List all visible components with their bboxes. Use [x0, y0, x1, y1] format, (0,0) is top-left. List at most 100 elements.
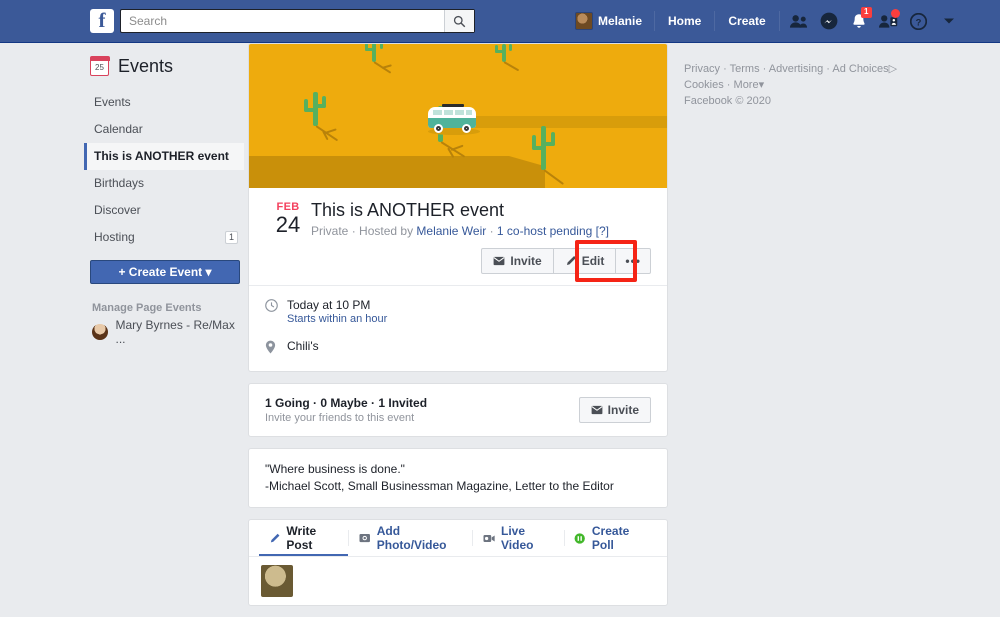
nav-home-link[interactable]: Home [659, 7, 710, 35]
footer-link-advertising[interactable]: Advertising [769, 63, 823, 75]
sidebar-item-label: Events [94, 95, 131, 109]
van-wheel [462, 124, 471, 133]
attendance-card: 1 Going · 0 Maybe · 1 Invited Invite you… [248, 383, 668, 437]
cactus-icon [301, 92, 339, 142]
main-column: FEB 24 This is ANOTHER event Private · H… [248, 43, 668, 617]
camper-van-illustration [426, 104, 480, 136]
tab-label: Live Video [501, 524, 534, 552]
search-placeholder: Search [129, 14, 168, 28]
avatar [261, 565, 293, 597]
more-options-button[interactable]: ••• [616, 248, 651, 274]
invite-button-label: Invite [510, 254, 542, 268]
poll-icon [575, 532, 586, 544]
svg-text:?: ? [916, 17, 922, 28]
page-title: Events [118, 55, 174, 76]
hosting-count-badge: 1 [224, 231, 238, 244]
nav-profile-link[interactable]: Melanie [567, 7, 650, 35]
event-details: Today at 10 PM Starts within an hour Chi… [249, 285, 667, 371]
clock-icon [265, 298, 287, 315]
invite-friends-button[interactable]: Invite [578, 397, 651, 423]
sidebar-item-events[interactable]: Events [84, 89, 244, 116]
sidebar-item-label: This is ANOTHER event [94, 149, 229, 163]
tab-live-video[interactable]: Live Video [473, 520, 564, 556]
attendance-summary: 1 Going · 0 Maybe · 1 Invited [265, 396, 428, 410]
attendance-sub: Invite your friends to this event [265, 412, 415, 424]
footer-link-ad-choices[interactable]: Ad Choices [832, 63, 888, 75]
event-action-buttons: Invite Edit ••• [249, 240, 667, 285]
tab-label: Write Post [286, 524, 317, 552]
friend-requests-icon[interactable] [784, 7, 814, 35]
description-line-1: "Where business is done." [265, 462, 405, 476]
description-line-2: -Michael Scott, Small Businessman Magazi… [265, 479, 614, 493]
calendar-icon-day: 25 [95, 62, 104, 72]
event-description-card: "Where business is done." -Michael Scott… [248, 448, 668, 508]
tab-create-poll[interactable]: Create Poll [564, 520, 657, 556]
facebook-logo[interactable]: f [90, 9, 114, 33]
tab-add-photo-video[interactable]: Add Photo/Video [349, 520, 472, 556]
sidebar-item-label: Calendar [94, 122, 143, 136]
footer-link-cookies[interactable]: Cookies [684, 79, 724, 91]
van-window [433, 110, 442, 115]
event-date-box: FEB 24 [265, 200, 311, 238]
pencil-icon [566, 256, 576, 266]
help-icon[interactable]: ? [904, 7, 934, 35]
tab-label: Add Photo/Video [376, 524, 447, 552]
edit-button-label: Edit [581, 254, 605, 268]
sidebar-item-label: Birthdays [94, 176, 145, 190]
event-location-row: Chili's [265, 339, 651, 357]
composer-body[interactable] [249, 556, 667, 605]
edit-button[interactable]: Edit [553, 248, 617, 274]
footer-link-terms[interactable]: Terms [730, 63, 760, 75]
footer-link-more[interactable]: More [734, 79, 759, 91]
page-list-item[interactable]: Mary Byrnes - Re/Max ... [84, 318, 244, 346]
van-window [444, 110, 453, 115]
cohost-pending-link[interactable]: 1 co-host pending [?] [497, 224, 609, 238]
location-pin-icon [265, 339, 287, 357]
account-icon[interactable] [874, 7, 904, 35]
sidebar-item-label: Hosting [94, 230, 135, 244]
sidebar-item-hosting[interactable]: Hosting 1 [84, 224, 244, 251]
nav-create-link[interactable]: Create [719, 7, 774, 35]
divider [714, 11, 716, 31]
photo-icon [359, 533, 371, 543]
search-input[interactable]: Search [120, 9, 475, 33]
composer-tabs: Write Post Add Photo/Video Live Video Cr… [249, 520, 667, 556]
messenger-icon[interactable] [814, 7, 844, 35]
event-header: FEB 24 This is ANOTHER event Private · H… [249, 188, 667, 248]
event-time-row: Today at 10 PM Starts within an hour [265, 298, 651, 325]
event-privacy: Private [311, 224, 349, 238]
account-alert-dot [890, 9, 900, 18]
sidebar-item-calendar[interactable]: Calendar [84, 116, 244, 143]
search-icon[interactable] [444, 10, 474, 32]
cactus-icon [529, 126, 565, 185]
sidebar-header: 25 Events [84, 43, 244, 89]
invite-button[interactable]: Invite [481, 248, 554, 274]
chevron-down-icon[interactable] [934, 7, 964, 35]
divider [654, 11, 656, 31]
event-host-link[interactable]: Melanie Weir [416, 224, 486, 238]
tab-write-post[interactable]: Write Post [259, 520, 348, 556]
nav-user-name: Melanie [598, 14, 643, 28]
event-time-sub[interactable]: Starts within an hour [287, 313, 387, 325]
create-event-button[interactable]: + Create Event ▾ [90, 260, 240, 284]
cactus-icon [363, 44, 392, 74]
event-day: 24 [275, 212, 301, 237]
envelope-icon [591, 405, 603, 415]
sidebar-item-discover[interactable]: Discover [84, 197, 244, 224]
notifications-icon[interactable]: 1 [844, 7, 874, 35]
van-window [455, 110, 464, 115]
footer-link-privacy[interactable]: Privacy [684, 63, 720, 75]
cactus-icon [494, 44, 520, 74]
envelope-icon [493, 256, 505, 266]
page-body: 25 Events Events Calendar This is ANOTHE… [0, 43, 1000, 606]
sidebar-item-birthdays[interactable]: Birthdays [84, 170, 244, 197]
calendar-icon: 25 [89, 56, 110, 76]
avatar [575, 12, 593, 30]
event-time: Today at 10 PM [287, 298, 371, 312]
event-cover-photo[interactable] [248, 43, 668, 188]
divider [778, 11, 780, 31]
sidebar-item-this-is-another-event[interactable]: This is ANOTHER event [84, 143, 244, 170]
hosted-by-label: Hosted by [359, 224, 414, 238]
invite-friends-label: Invite [607, 403, 639, 417]
mesa-shape [249, 156, 545, 188]
